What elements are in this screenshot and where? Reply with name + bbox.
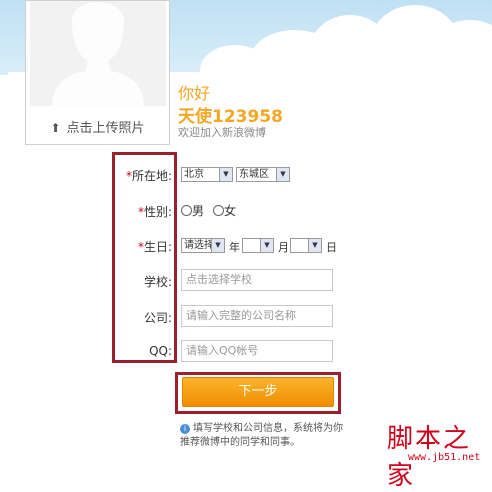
month-unit: 月 <box>278 241 289 254</box>
avatar-card[interactable]: ⬆ 点击上传照片 <box>25 0 170 145</box>
info-icon: i <box>180 424 190 434</box>
gender-male-label: 男 <box>192 204 205 218</box>
annotation-frame-button <box>175 372 341 414</box>
chevron-down-icon: ▼ <box>260 239 273 252</box>
day-unit: 日 <box>326 241 337 254</box>
avatar-placeholder <box>30 1 166 106</box>
default-avatar-icon <box>30 1 166 106</box>
upload-icon: ⬆ <box>50 121 61 135</box>
upload-photo-link[interactable]: ⬆ 点击上传照片 <box>26 117 169 136</box>
gender-male-radio[interactable] <box>181 205 192 216</box>
watermark-url: www.jb51.net <box>408 452 481 463</box>
annotation-frame-labels <box>112 152 177 363</box>
birth-day-select[interactable]: ▼ <box>290 238 322 253</box>
birth-year-select[interactable]: 请选择 ▼ <box>181 238 225 253</box>
greeting: 你好 <box>178 84 211 103</box>
gender-female-radio[interactable] <box>213 205 224 216</box>
gender-female-label: 女 <box>224 204 237 218</box>
company-input[interactable]: 请输入完整的公司名称 <box>181 305 333 327</box>
chevron-down-icon: ▼ <box>211 239 224 252</box>
year-unit: 年 <box>229 241 240 254</box>
school-input[interactable]: 点击选择学校 <box>181 269 333 291</box>
qq-input[interactable]: 请输入QQ帐号 <box>181 340 333 362</box>
district-select[interactable]: 东城区 ▼ <box>236 167 290 182</box>
birth-month-select[interactable]: ▼ <box>242 238 274 253</box>
upload-photo-label: 点击上传照片 <box>66 121 145 136</box>
welcome-text: 欢迎加入新浪微博 <box>178 126 266 139</box>
hint-text: i 填写学校和公司信息，系统将为你推荐微博中的同学和同事。 <box>180 423 343 448</box>
chevron-down-icon: ▼ <box>308 239 321 252</box>
chevron-down-icon: ▼ <box>276 168 289 181</box>
province-select[interactable]: 北京 ▼ <box>181 167 233 182</box>
chevron-down-icon: ▼ <box>219 168 232 181</box>
